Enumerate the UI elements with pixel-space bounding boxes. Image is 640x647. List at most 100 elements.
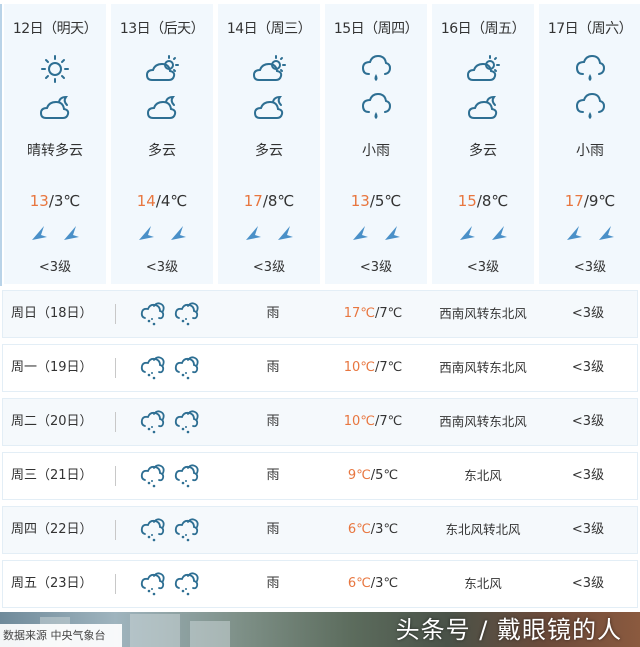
row-day: 周一（19日） [11, 360, 93, 375]
footer-photo-banner: 数据来源 中央气象台 头条号 / 戴眼镜的人 [0, 612, 640, 647]
row-temperature: 17℃/7℃ [323, 291, 423, 337]
row-icons [139, 561, 209, 607]
wind-direction [325, 224, 427, 244]
row-condition: 雨 [266, 414, 280, 429]
forecast-row[interactable]: 周一（19日） 雨 10℃/7℃ 西南风转东北风 <3级 [2, 344, 638, 392]
row-condition: 雨 [266, 522, 280, 537]
wind-direction [218, 224, 320, 244]
high-temp: 17 [243, 192, 263, 210]
card-edge-divider [0, 4, 2, 286]
row-condition: 雨 [266, 576, 280, 591]
wind-arrow-icon [30, 224, 48, 244]
low-temp: /7℃ [374, 306, 403, 321]
watermark: 头条号 / 戴眼镜的人 [395, 616, 622, 644]
day-card[interactable]: 16日（周五） 多云 15/8℃ <3级 [432, 4, 534, 284]
row-wind: 东北风转北风 [445, 522, 521, 537]
high-temp: 13 [29, 192, 49, 210]
day-card[interactable]: 14日（周三） 多云 17/8℃ <3级 [218, 4, 320, 284]
row-icons [139, 399, 209, 445]
row-day: 周四（22日） [11, 522, 93, 537]
high-temp: 15 [457, 192, 477, 210]
high-temp: 6℃ [347, 576, 371, 591]
row-day: 周二（20日） [11, 414, 93, 429]
row-divider [115, 520, 116, 540]
row-temperature: 6℃/3℃ [323, 507, 423, 553]
forecast-row[interactable]: 周二（20日） 雨 10℃/7℃ 西南风转东北风 <3级 [2, 398, 638, 446]
cloudy-night-icon [38, 92, 72, 122]
wind-arrow-icon [62, 224, 80, 244]
rain-cloud-icon [139, 517, 167, 543]
wind-arrow-icon [597, 224, 615, 244]
row-wind-level: <3级 [571, 306, 605, 321]
row-icons [139, 291, 209, 337]
rain-cloud-icon [139, 409, 167, 435]
day-condition: 多云 [148, 143, 176, 159]
day-date: 12日（明天） [12, 21, 98, 37]
day-date: 13日（后天） [119, 21, 205, 37]
rain-cloud-icon [139, 463, 167, 489]
row-wind-level: <3级 [571, 522, 605, 537]
row-condition: 雨 [266, 306, 280, 321]
wind-direction [539, 224, 640, 244]
day-condition: 小雨 [362, 143, 390, 159]
light-rain-icon [359, 54, 393, 84]
rain-cloud-icon [139, 571, 167, 597]
day-temperature: 13/3℃ [4, 192, 106, 210]
low-temp: /5℃ [369, 192, 402, 210]
day-date: 15日（周四） [333, 21, 419, 37]
forecast-cards: 12日（明天） 晴转多云 13/3℃ <3级 13日（后天） 多云 14/4℃ … [0, 0, 640, 287]
day-card[interactable]: 12日（明天） 晴转多云 13/3℃ <3级 [4, 4, 106, 284]
forecast-row[interactable]: 周日（18日） 雨 17℃/7℃ 西南风转东北风 <3级 [2, 290, 638, 338]
low-temp: /8℃ [262, 192, 295, 210]
row-wind: 西南风转东北风 [439, 414, 527, 429]
row-wind: 东北风 [464, 576, 502, 591]
wind-arrow-icon [351, 224, 369, 244]
forecast-row[interactable]: 周五（23日） 雨 6℃/3℃ 东北风 <3级 [2, 560, 638, 608]
cloudy-night-icon [252, 92, 286, 122]
row-divider [115, 304, 116, 324]
row-temperature: 10℃/7℃ [323, 345, 423, 391]
cloudy-night-icon [466, 92, 500, 122]
wind-level: <3级 [38, 260, 72, 275]
wind-level: <3级 [573, 260, 607, 275]
row-wind: 东北风 [464, 468, 502, 483]
row-divider [115, 466, 116, 486]
background-building [130, 614, 180, 647]
wind-arrow-icon [565, 224, 583, 244]
day-card[interactable]: 15日（周四） 小雨 13/5℃ <3级 [325, 4, 427, 284]
low-temp: /9℃ [583, 192, 616, 210]
day-temperature: 15/8℃ [432, 192, 534, 210]
rain-cloud-icon [173, 301, 201, 327]
wind-level: <3级 [145, 260, 179, 275]
cloudy-night-icon [145, 92, 179, 122]
day-temperature: 17/8℃ [218, 192, 320, 210]
day-date: 14日（周三） [226, 21, 312, 37]
day-temperature: 17/9℃ [539, 192, 640, 210]
forecast-row[interactable]: 周三（21日） 雨 9℃/5℃ 东北风 <3级 [2, 452, 638, 500]
wind-arrow-icon [490, 224, 508, 244]
light-rain-icon [573, 92, 607, 122]
low-temp: /3℃ [370, 576, 399, 591]
high-temp: 10℃ [343, 360, 375, 375]
forecast-row[interactable]: 周四（22日） 雨 6℃/3℃ 东北风转北风 <3级 [2, 506, 638, 554]
day-card[interactable]: 13日（后天） 多云 14/4℃ <3级 [111, 4, 213, 284]
background-building [190, 621, 230, 647]
partly-cloudy-icon [466, 54, 500, 84]
light-rain-icon [573, 54, 607, 84]
wind-level: <3级 [359, 260, 393, 275]
partly-cloudy-icon [145, 54, 179, 84]
wind-arrow-icon [458, 224, 476, 244]
row-wind-level: <3级 [571, 576, 605, 591]
row-day: 周三（21日） [11, 468, 93, 483]
row-condition: 雨 [266, 360, 280, 375]
low-temp: /7℃ [374, 360, 403, 375]
row-divider [115, 412, 116, 432]
row-wind: 西南风转东北风 [439, 360, 527, 375]
data-source-label: 数据来源 中央气象台 [0, 624, 122, 647]
day-card[interactable]: 17日（周六） 小雨 17/9℃ <3级 [539, 4, 640, 284]
high-temp: 17℃ [343, 306, 375, 321]
low-temp: /3℃ [48, 192, 81, 210]
day-condition: 晴转多云 [27, 143, 83, 159]
row-condition: 雨 [266, 468, 280, 483]
rain-cloud-icon [139, 355, 167, 381]
